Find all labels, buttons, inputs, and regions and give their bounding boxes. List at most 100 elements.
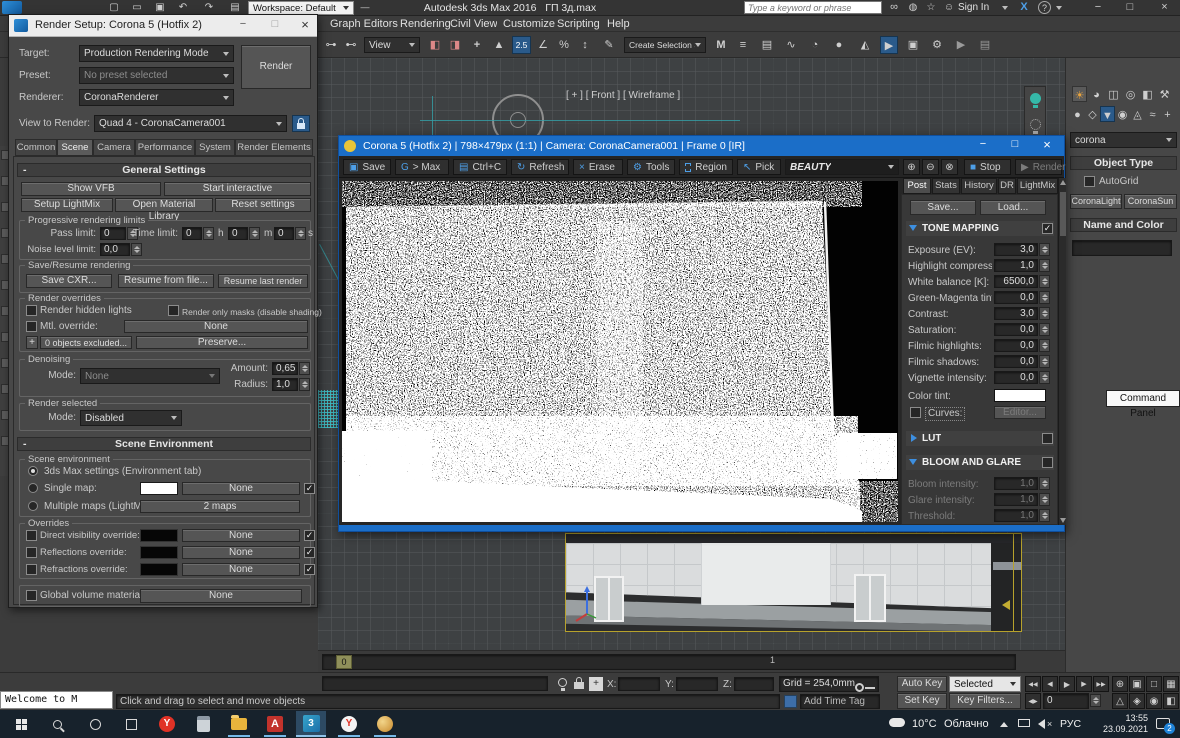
- lut-header[interactable]: LUT: [906, 431, 1054, 446]
- taskbar-search-button[interactable]: [44, 711, 70, 737]
- go-to-end-button[interactable]: ▶▶: [1093, 676, 1109, 692]
- denoise-mode-dropdown[interactable]: None: [80, 368, 220, 384]
- vfb-tab-lightmix[interactable]: LightMix: [1017, 178, 1058, 194]
- vfb-tab-dr[interactable]: DR: [998, 178, 1016, 194]
- angle-snap-icon[interactable]: ∠: [534, 36, 552, 54]
- add-time-tag-field[interactable]: Add Time Tag: [800, 694, 880, 709]
- render-iterative-icon[interactable]: ▶: [952, 36, 970, 54]
- denoise-amount-spinner[interactable]: [299, 362, 310, 375]
- corona-sun-button[interactable]: CoronaSun: [1124, 194, 1177, 209]
- orbit-icon[interactable]: ◉: [1146, 693, 1162, 709]
- window-restore-button[interactable]: □: [1115, 0, 1145, 15]
- save-cxr-button[interactable]: Save CXR...: [26, 274, 112, 288]
- view-to-render-dropdown[interactable]: Quad 4 - CoronaCamera001: [94, 115, 287, 132]
- vfb-close-button[interactable]: ×: [1033, 137, 1061, 154]
- show-vfb-button[interactable]: Show VFB: [21, 182, 161, 196]
- taskbar-3dsmax-active[interactable]: 3: [296, 711, 326, 737]
- global-volume-checkbox[interactable]: [26, 590, 37, 601]
- layer-manager-icon[interactable]: ▤: [758, 36, 776, 54]
- task-view-button[interactable]: [118, 711, 144, 737]
- tm-row-spinner[interactable]: [1039, 275, 1050, 288]
- helpers-category-icon[interactable]: ◬: [1130, 106, 1145, 122]
- exclude-plus-button[interactable]: +: [26, 336, 38, 349]
- bloom-glare-checkbox[interactable]: [1042, 457, 1053, 468]
- selection-lock-icon[interactable]: [574, 682, 584, 689]
- bloom-row-spinner[interactable]: [1039, 493, 1050, 506]
- clock[interactable]: 13:5523.09.2021: [1092, 713, 1148, 735]
- vfb-channel-dropdown[interactable]: BEAUTY: [785, 159, 899, 175]
- current-frame-field[interactable]: 0: [1043, 693, 1089, 709]
- reflections-none-button[interactable]: None: [182, 546, 300, 559]
- time-limit-m-spinner[interactable]: [249, 227, 260, 240]
- single-map-checkbox[interactable]: ✓: [304, 483, 315, 494]
- general-settings-rollout[interactable]: -General Settings: [17, 163, 311, 177]
- zoom-extents-icon[interactable]: □: [1146, 676, 1162, 692]
- align-icon[interactable]: ≡: [734, 36, 752, 54]
- object-type-rollout[interactable]: Object Type: [1070, 156, 1177, 170]
- bloom-row-field[interactable]: 1,0: [994, 493, 1038, 506]
- z-coord-field[interactable]: [734, 677, 774, 691]
- menu-customize[interactable]: Customize: [503, 18, 555, 30]
- vfb-save-button[interactable]: ▣Save: [343, 159, 391, 175]
- workspace-dropdown[interactable]: Workspace: Default: [248, 1, 354, 15]
- env-single-map-radio[interactable]: [28, 483, 38, 493]
- objects-excluded-button[interactable]: 0 objects excluded...: [40, 336, 132, 349]
- vfb-titlebar[interactable]: Corona 5 (Hotfix 2) | 798×479px (1:1) | …: [339, 136, 1064, 156]
- lut-checkbox[interactable]: [1042, 433, 1053, 444]
- space-warps-category-icon[interactable]: ≈: [1145, 106, 1160, 122]
- post-save-button[interactable]: Save...: [910, 200, 976, 215]
- select-by-name-icon[interactable]: ◨: [446, 36, 464, 54]
- tm-row-spinner[interactable]: [1039, 323, 1050, 336]
- menu-civil-view[interactable]: Civil View: [450, 18, 497, 30]
- time-limit-h-spinner[interactable]: [203, 227, 214, 240]
- tm-row-field[interactable]: 0,0: [994, 323, 1038, 336]
- time-tag-icon[interactable]: [784, 695, 797, 708]
- post-load-button[interactable]: Load...: [980, 200, 1046, 215]
- resume-last-render-button[interactable]: Resume last render: [218, 274, 308, 288]
- tm-row-field[interactable]: 3,0: [994, 307, 1038, 320]
- dialog-close-button[interactable]: ×: [297, 17, 313, 33]
- render-setup-titlebar[interactable]: Render Setup: Corona 5 (Hotfix 2) − □ ×: [9, 15, 317, 37]
- weather-temp[interactable]: 10°C: [912, 718, 937, 730]
- material-editor-icon[interactable]: ◭: [856, 36, 874, 54]
- direct-visibility-none-button[interactable]: None: [182, 529, 300, 542]
- communication-center-icon[interactable]: ◍: [905, 0, 921, 15]
- go-to-start-button[interactable]: ◀◀: [1025, 676, 1041, 692]
- preserve-button[interactable]: Preserve...: [136, 336, 308, 349]
- use-pivot-center-icon[interactable]: ▲: [490, 36, 508, 54]
- language-indicator[interactable]: РУС: [1060, 718, 1081, 730]
- renderer-dropdown[interactable]: CoronaRenderer: [79, 89, 234, 106]
- setup-lightmix-button[interactable]: Setup LightMix: [21, 198, 113, 212]
- time-limit-m-field[interactable]: 0: [228, 227, 248, 240]
- render-hidden-lights-checkbox[interactable]: [26, 305, 37, 316]
- set-key-button[interactable]: Set Key: [897, 693, 947, 709]
- bloom-row-spinner[interactable]: [1039, 477, 1050, 490]
- tab-scene[interactable]: Scene: [57, 139, 93, 156]
- target-dropdown[interactable]: Production Rendering Mode: [79, 45, 234, 62]
- tone-mapping-header[interactable]: TONE MAPPING ✓: [906, 221, 1054, 236]
- viewport-label[interactable]: [ + ] [ Front ] [ Wireframe ]: [566, 90, 680, 101]
- taskbar-file-explorer[interactable]: [226, 711, 252, 737]
- adaptive-degradation-icon[interactable]: [558, 678, 567, 687]
- vfb-stop-button[interactable]: ■Stop: [964, 159, 1011, 175]
- reflections-use-checkbox[interactable]: ✓: [304, 547, 315, 558]
- search-input[interactable]: [744, 1, 882, 14]
- scene-environment-rollout[interactable]: -Scene Environment: [17, 437, 311, 451]
- sign-in-link[interactable]: Sign In: [958, 2, 989, 13]
- lights-category-icon[interactable]: ▼: [1100, 106, 1115, 122]
- time-slider[interactable]: 0: [336, 655, 352, 669]
- refractions-none-button[interactable]: None: [182, 563, 300, 576]
- menu-scripting[interactable]: Scripting: [557, 18, 600, 30]
- vfb-render-button[interactable]: ▶Render: [1015, 159, 1062, 175]
- denoise-radius-field[interactable]: 1,0: [272, 378, 298, 391]
- zoom-region-icon[interactable]: ▦: [1163, 676, 1179, 692]
- app-logo-icon[interactable]: [2, 1, 22, 14]
- named-selection-sets-icon[interactable]: ✎: [600, 36, 618, 54]
- tm-row-field[interactable]: 0,0: [994, 355, 1038, 368]
- redo-icon[interactable]: ↷: [201, 0, 217, 15]
- env-multi-map-radio[interactable]: [28, 501, 38, 511]
- reset-settings-button[interactable]: Reset settings: [215, 198, 311, 212]
- pass-limit-field[interactable]: 0: [100, 227, 126, 240]
- exchange-icon[interactable]: X: [1016, 0, 1032, 15]
- tm-row-field[interactable]: 0,0: [994, 371, 1038, 384]
